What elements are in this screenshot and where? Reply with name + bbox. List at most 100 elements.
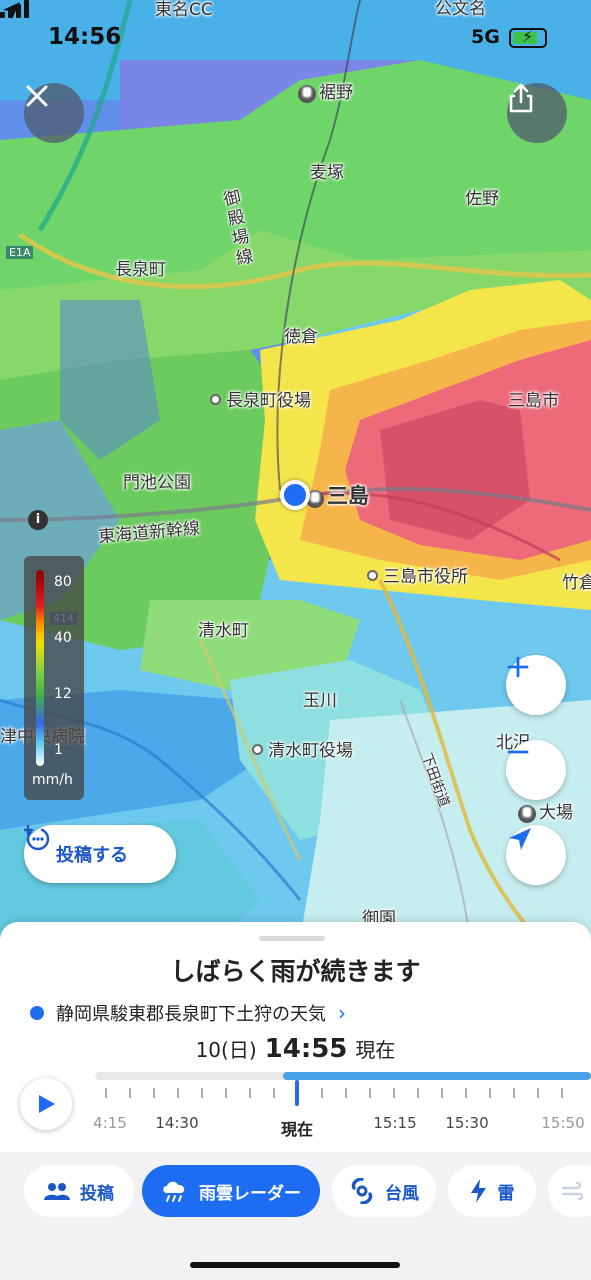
timeline-tick: [489, 1088, 491, 1098]
share-icon: [509, 83, 533, 113]
poi-marker: [210, 394, 221, 405]
tab-label: 雨雲レーダー: [199, 1183, 301, 1204]
timeline-tick: [177, 1088, 179, 1098]
current-location-button[interactable]: [506, 825, 566, 885]
close-button[interactable]: [24, 83, 84, 143]
map-label-e1a: E1A: [6, 246, 34, 259]
people-icon: [44, 1181, 70, 1201]
map-label-takekura: 竹倉: [562, 573, 591, 593]
tab-wind[interactable]: [548, 1165, 591, 1217]
post-button[interactable]: 投稿する: [24, 825, 176, 883]
timeline-tick: [417, 1088, 419, 1098]
map-label-mugitsuka: 麦塚: [310, 163, 344, 183]
timeline-tick: [345, 1088, 347, 1098]
map-label-mishima-station: ◘ 三島: [306, 480, 369, 510]
timeline-tick: [321, 1088, 323, 1098]
info-icon[interactable]: i: [28, 510, 48, 530]
timeline-tick: [201, 1088, 203, 1098]
close-icon: [26, 85, 48, 107]
navigation-arrow-icon: [509, 828, 531, 850]
status-bar: 14:56 5G ⚡: [0, 0, 591, 76]
map-label-susono: ◘ 裾野: [298, 78, 353, 103]
sheet-grabber[interactable]: [259, 936, 325, 941]
battery-icon: ⚡: [509, 27, 547, 48]
play-icon: [39, 1095, 55, 1113]
post-speech-icon: [24, 825, 50, 851]
play-button[interactable]: [20, 1078, 72, 1130]
tab-post[interactable]: 投稿: [24, 1165, 134, 1217]
map-label-shimizu: 清水町: [198, 621, 249, 641]
legend-value: 80: [54, 574, 72, 590]
status-time: 14:56: [48, 24, 122, 50]
tab-lightning[interactable]: 雷: [448, 1165, 536, 1217]
timeline-tick: [561, 1088, 563, 1098]
tab-label: 投稿: [80, 1183, 114, 1204]
home-indicator: [190, 1262, 400, 1268]
wind-icon: [562, 1182, 584, 1200]
timeline-tick: [129, 1088, 131, 1098]
legend-color-bar: [36, 570, 44, 766]
legend-value: 1: [54, 742, 63, 758]
timeline-tick: [249, 1088, 251, 1098]
timeline-tick: [273, 1088, 275, 1098]
radar-overlay: [0, 0, 591, 940]
tab-bar: 投稿 雨雲レーダー 台風 雷: [0, 1152, 591, 1280]
tick-label: 14:30: [155, 1114, 199, 1132]
current-time: 14:55: [264, 1034, 348, 1064]
map-label-sano: 佐野: [465, 189, 499, 209]
share-button[interactable]: [507, 83, 567, 143]
tick-label: 15:50: [541, 1114, 585, 1132]
tick-label-now: 現在: [280, 1120, 314, 1139]
tick-label: 4:15: [93, 1114, 127, 1132]
map-label-nagaizumi: 長泉町: [115, 260, 166, 280]
map-label-monike: 門池公園: [123, 473, 191, 493]
map-label-tamagawa: 玉川: [303, 691, 337, 711]
post-button-label: 投稿する: [56, 845, 128, 866]
train-station-icon: ◘: [298, 85, 316, 103]
timeline-tick: [537, 1088, 539, 1098]
legend-value: 40: [54, 630, 72, 646]
tick-label: 15:30: [445, 1114, 489, 1132]
timeline-track[interactable]: [95, 1072, 591, 1080]
map-label-shimizu-office: 清水町役場: [252, 736, 353, 761]
legend-unit: mm/h: [32, 772, 73, 788]
network-type: 5G: [471, 26, 500, 48]
radar-timeline[interactable]: 4:15 14:30 現在 15:15 15:30 15:50: [0, 1072, 591, 1142]
tab-typhoon[interactable]: 台風: [332, 1165, 436, 1217]
tab-label: 台風: [385, 1183, 419, 1204]
minus-icon: [507, 750, 529, 754]
current-time-row: 10(日) 14:55 現在: [0, 1034, 591, 1064]
chevron-right-icon: ›: [338, 1001, 346, 1025]
place-link[interactable]: 静岡県駿東郡長泉町下土狩の天気 ›: [30, 1000, 346, 1026]
current-date: 10(日): [195, 1038, 257, 1062]
timeline-tick: [369, 1088, 371, 1098]
train-station-icon: ◘: [518, 805, 536, 823]
poi-marker: [367, 570, 378, 581]
timeline-tick: [225, 1088, 227, 1098]
lightning-icon: [470, 1179, 488, 1203]
rain-cloud-icon: [161, 1179, 189, 1203]
tab-label: 雷: [497, 1183, 515, 1204]
typhoon-icon: [349, 1178, 375, 1204]
legend-value: 12: [54, 686, 72, 702]
tab-rain-radar[interactable]: 雨雲レーダー: [142, 1165, 320, 1217]
map-label-mishima-office: 三島市役所: [367, 562, 468, 587]
zoom-out-button[interactable]: [506, 740, 566, 800]
timeline-tick: [441, 1088, 443, 1098]
timeline-tick: [393, 1088, 395, 1098]
place-dot: [30, 1006, 44, 1020]
zoom-in-button[interactable]: [506, 655, 566, 715]
tick-label: 15:15: [373, 1114, 417, 1132]
current-location-dot: [280, 480, 310, 510]
current-label: 現在: [355, 1038, 396, 1062]
timeline-tick: [105, 1088, 107, 1098]
plus-icon: [507, 656, 529, 678]
timeline-now-marker[interactable]: [295, 1080, 299, 1106]
map-label-oba: ◘ 大場: [518, 798, 573, 823]
timeline-tick: [513, 1088, 515, 1098]
radar-map[interactable]: 東名CC 公文名 ◘ 裾野 麦塚 佐野 御殿場線 E1A 長泉町 徳倉 長泉町役場…: [0, 0, 591, 940]
forecast-headline: しばらく雨が続きます: [170, 957, 421, 986]
timeline-tick: [153, 1088, 155, 1098]
timeline-forecast-range: [283, 1072, 591, 1080]
map-label-tokura: 徳倉: [284, 327, 318, 347]
